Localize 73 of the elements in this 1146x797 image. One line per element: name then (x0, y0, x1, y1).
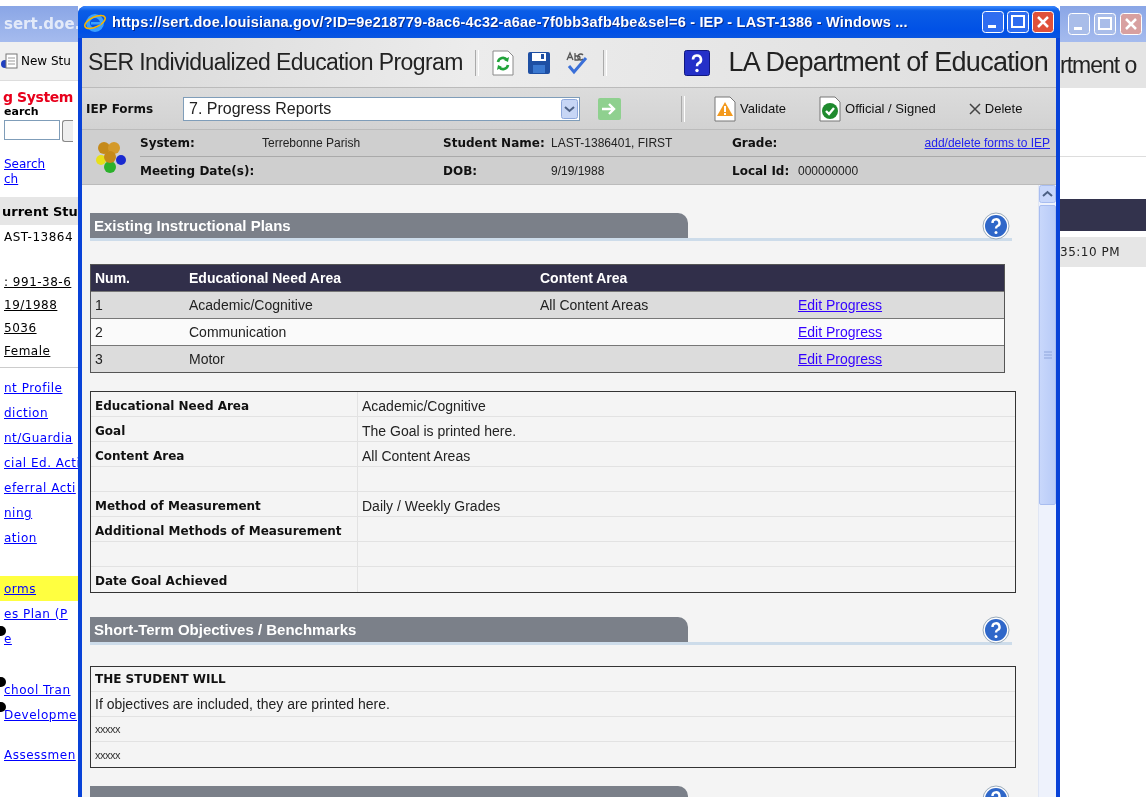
section-header: Existing Instructional Plans (90, 213, 688, 238)
search-label: earch (3, 105, 40, 118)
info-label: Grade: (732, 136, 778, 150)
nav-link[interactable]: orms (4, 581, 36, 596)
section-heading: urrent Stu (2, 203, 78, 219)
info-value: LAST-1386401, FIRST (551, 136, 673, 150)
info-label: DOB: (443, 163, 478, 178)
info-value: 9/19/1988 (551, 163, 605, 178)
student-detail: Female (4, 344, 51, 358)
student-detail: : 991-38-6 (4, 275, 72, 289)
table-cell-text: Motor (188, 351, 226, 367)
placeholder-text: xxxxx (95, 723, 120, 735)
nav-link[interactable]: es Plan (P (4, 606, 68, 621)
table-cell-text: Academic/Cognitive (188, 297, 314, 313)
header-title: rtment o (1060, 51, 1137, 79)
table-cell-text: Communication (188, 324, 288, 340)
edit-progress-link[interactable]: Edit Progress (798, 297, 883, 313)
nav-link[interactable]: Developme (4, 707, 77, 722)
objectives-heading: THE STUDENT WILL (95, 672, 226, 686)
nav-link[interactable]: ning (4, 505, 33, 520)
placeholder-text: xxxxx (95, 748, 120, 761)
field-value: Academic/Cognitive (362, 398, 486, 414)
nav-link[interactable]: ation (4, 530, 37, 545)
nav-link[interactable]: e (4, 631, 12, 646)
nav-link[interactable]: eferral Acti (4, 480, 76, 495)
field-label: Additional Methods of Measurement (95, 524, 342, 538)
delete-button[interactable]: Delete (967, 101, 1023, 116)
field-label: Method of Measurement (95, 499, 261, 513)
student-detail: 19/1988 (4, 298, 58, 312)
table-cell-text: 3 (94, 351, 104, 367)
info-value: Terrebonne Parish (262, 136, 361, 150)
window-title: https://sert.doe.louisiana.gov/?ID=9e218779-8ac6-4c32-a6ae-7f0bb3afb4be&sel=6 - IEP - LAST-1386 - Windows ... (112, 14, 909, 30)
field-value: The Goal is printed here. (362, 423, 517, 439)
column-header: Content Area (539, 270, 629, 286)
nav-link[interactable]: nt Profile (4, 380, 63, 395)
search-link[interactable]: ch (0, 172, 78, 187)
app-title: SER Individualized Education Program (88, 49, 463, 76)
field-label: Content Area (95, 449, 185, 463)
field-value: Daily / Weekly Grades (362, 498, 501, 514)
search-link[interactable]: Search (0, 157, 78, 172)
field-label: Goal (95, 424, 126, 438)
column-header: Educational Need Area (188, 270, 342, 286)
column-header: Num. (94, 270, 131, 286)
info-label: Meeting Date(s): (140, 163, 255, 178)
field-value: All Content Areas (362, 448, 471, 464)
signed-button[interactable]: Official / Signed (818, 95, 936, 122)
form-select[interactable]: 7. Progress Reports (183, 96, 580, 121)
field-label: Educational Need Area (95, 399, 250, 413)
nav-link[interactable]: diction (4, 405, 49, 420)
objective-text: If objectives are included, they are printed here. (95, 696, 390, 712)
forms-link[interactable]: add/delete forms to IEP (924, 136, 1050, 150)
timestamp: 35:10 PM (1060, 245, 1120, 259)
student-name: AST-13864 (3, 229, 75, 246)
info-label: Student Name: (443, 136, 545, 150)
info-label: Local Id: (732, 163, 790, 178)
app-name: g System (2, 89, 74, 105)
validate-button[interactable]: Validate (713, 95, 786, 122)
nav-link[interactable]: nt/Guardia (4, 430, 73, 445)
info-value: 000000000 (798, 163, 859, 178)
department-title: LA Department of Education (728, 47, 1048, 78)
field-label: Date Goal Achieved (95, 574, 228, 588)
nav-link[interactable]: Assessmen (4, 747, 76, 762)
table-cell-text: 1 (94, 297, 104, 313)
nav-link[interactable]: chool Tran (4, 682, 71, 697)
edit-progress-link[interactable]: Edit Progress (798, 324, 883, 340)
edit-progress-link[interactable]: Edit Progress (798, 351, 883, 367)
table-cell-text: 2 (94, 324, 104, 340)
table-cell-text: All Content Areas (539, 297, 650, 313)
student-detail: 5036 (4, 321, 37, 335)
forms-label: IEP Forms (86, 101, 155, 116)
window-title: sert.doe. (3, 15, 78, 33)
section-header: Short-Term Objectives / Benchmarks (90, 617, 688, 642)
info-label: System: (140, 136, 195, 150)
